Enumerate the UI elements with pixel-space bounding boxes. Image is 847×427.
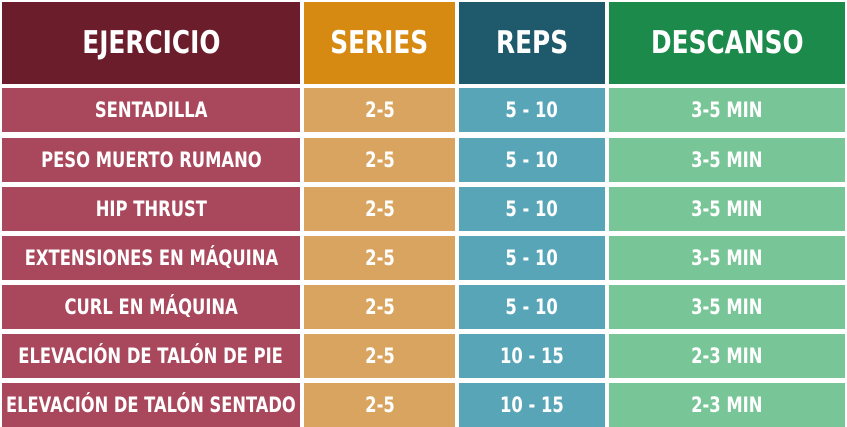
rest-value: 3-5 MIN [691, 246, 763, 270]
header-ejercicio-label: EJERCICIO [81, 25, 221, 61]
rest-value: 2-3 MIN [691, 393, 763, 417]
rest-value-cell: 3-5 MIN [609, 187, 845, 231]
reps-value-cell: 10 - 15 [459, 383, 605, 427]
series-value: 2-5 [364, 344, 395, 368]
exercise-name: HIP THRUST [95, 197, 207, 221]
exercise-name: SENTADILLA [94, 98, 208, 122]
rest-value: 3-5 MIN [691, 98, 763, 122]
header-descanso-label: DESCANSO [650, 25, 804, 61]
exercise-name-cell: CURL EN MÁQUINA [2, 285, 300, 329]
reps-value-cell: 10 - 15 [459, 334, 605, 378]
rest-value-cell: 2-3 MIN [609, 383, 845, 427]
reps-value-cell: 5 - 10 [459, 285, 605, 329]
series-value: 2-5 [364, 393, 395, 417]
rest-value-cell: 3-5 MIN [609, 138, 845, 182]
rest-value: 3-5 MIN [691, 197, 763, 221]
series-value: 2-5 [364, 295, 395, 319]
series-value: 2-5 [364, 197, 395, 221]
reps-value: 10 - 15 [500, 344, 564, 368]
reps-value: 5 - 10 [505, 148, 559, 172]
exercise-name: ELEVACIÓN DE TALÓN SENTADO [6, 393, 296, 417]
reps-value: 5 - 10 [505, 98, 559, 122]
series-value-cell: 2-5 [304, 187, 455, 231]
rest-value: 3-5 MIN [691, 148, 763, 172]
reps-value-cell: 5 - 10 [459, 187, 605, 231]
reps-value: 5 - 10 [505, 197, 559, 221]
series-value-cell: 2-5 [304, 236, 455, 280]
rest-value-cell: 3-5 MIN [609, 236, 845, 280]
header-series: SERIES [304, 2, 455, 84]
series-value-cell: 2-5 [304, 138, 455, 182]
reps-value-cell: 5 - 10 [459, 138, 605, 182]
exercise-name-cell: HIP THRUST [2, 187, 300, 231]
series-value-cell: 2-5 [304, 383, 455, 427]
series-value-cell: 2-5 [304, 88, 455, 132]
reps-value-cell: 5 - 10 [459, 236, 605, 280]
series-value-cell: 2-5 [304, 285, 455, 329]
header-ejercicio: EJERCICIO [2, 2, 300, 84]
exercise-table: EJERCICIO SERIES REPS DESCANSO SENTADILLA 2-5… [0, 0, 847, 427]
series-value: 2-5 [364, 148, 395, 172]
exercise-name-cell: EXTENSIONES EN MÁQUINA [2, 236, 300, 280]
reps-value: 5 - 10 [505, 295, 559, 319]
reps-value: 10 - 15 [500, 393, 564, 417]
series-value: 2-5 [364, 246, 395, 270]
header-reps-label: REPS [495, 25, 569, 61]
reps-value: 5 - 10 [505, 246, 559, 270]
exercise-name: CURL EN MÁQUINA [64, 295, 238, 319]
header-series-label: SERIES [330, 25, 429, 61]
exercise-name-cell: ELEVACIÓN DE TALÓN DE PIE [2, 334, 300, 378]
exercise-name: EXTENSIONES EN MÁQUINA [24, 246, 278, 270]
header-descanso: DESCANSO [609, 2, 845, 84]
exercise-name-cell: SENTADILLA [2, 88, 300, 132]
header-reps: REPS [459, 2, 605, 84]
exercise-name: ELEVACIÓN DE TALÓN DE PIE [18, 344, 284, 368]
series-value: 2-5 [364, 98, 395, 122]
series-value-cell: 2-5 [304, 334, 455, 378]
rest-value-cell: 3-5 MIN [609, 285, 845, 329]
reps-value-cell: 5 - 10 [459, 88, 605, 132]
rest-value: 2-3 MIN [691, 344, 763, 368]
rest-value: 3-5 MIN [691, 295, 763, 319]
exercise-name-cell: ELEVACIÓN DE TALÓN SENTADO [2, 383, 300, 427]
rest-value-cell: 3-5 MIN [609, 88, 845, 132]
exercise-name: PESO MUERTO RUMANO [40, 148, 262, 172]
rest-value-cell: 2-3 MIN [609, 334, 845, 378]
exercise-name-cell: PESO MUERTO RUMANO [2, 138, 300, 182]
